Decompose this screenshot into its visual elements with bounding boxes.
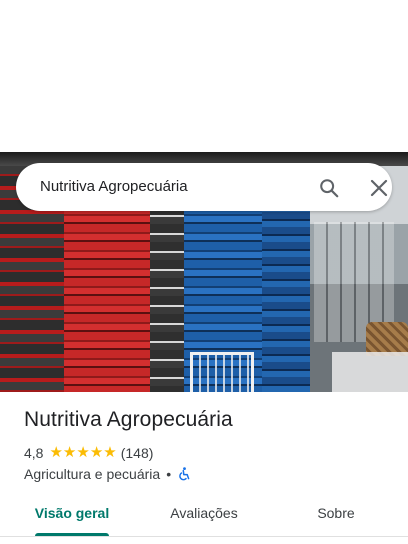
top-blank-area — [0, 0, 408, 152]
star-icon: ★ — [76, 444, 90, 461]
separator-dot: • — [166, 466, 172, 482]
review-count[interactable]: (148) — [121, 445, 154, 461]
photo-basket — [366, 322, 408, 356]
tab-reviews[interactable]: Avaliações — [156, 496, 252, 532]
tab-bar: Visão geral Avaliações Sobre — [0, 496, 408, 536]
search-icon[interactable] — [318, 177, 340, 199]
tabs-divider — [0, 536, 408, 537]
search-input[interactable]: Nutritiva Agropecuária — [40, 163, 188, 211]
rating-row[interactable]: 4,8 ★ ★ ★ ★ ★ (148) — [24, 444, 153, 462]
tab-overview[interactable]: Visão geral — [24, 496, 120, 532]
star-icon: ★ — [89, 444, 104, 461]
tab-about[interactable]: Sobre — [296, 496, 376, 532]
star-rating: ★ ★ ★ ★ ★ — [49, 444, 116, 462]
rating-value: 4,8 — [24, 445, 44, 461]
place-title: Nutritiva Agropecuária — [24, 408, 233, 431]
star-icon: ★ — [49, 444, 63, 461]
star-icon: ★ — [62, 444, 77, 461]
search-bar[interactable]: Nutritiva Agropecuária — [16, 163, 392, 211]
photo-wire-rack — [190, 352, 254, 392]
category-row: Agricultura e pecuária • — [24, 465, 191, 483]
photo-crate — [332, 352, 408, 392]
wheelchair-icon — [179, 467, 190, 481]
place-category: Agricultura e pecuária — [24, 466, 161, 482]
star-icon: ★ — [103, 444, 117, 461]
close-icon[interactable] — [370, 179, 388, 197]
